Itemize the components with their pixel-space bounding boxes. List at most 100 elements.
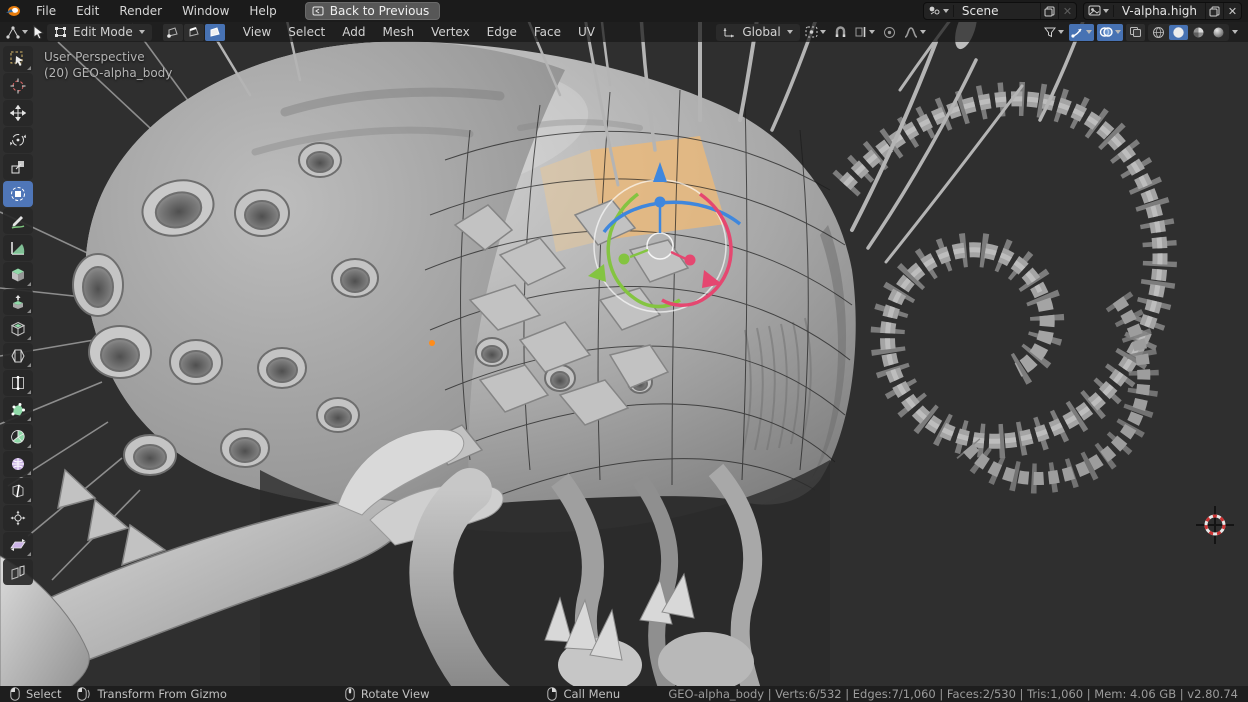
tool-annotate[interactable]	[3, 208, 33, 234]
hint-rotate-view-label: Rotate View	[361, 687, 430, 701]
tool-loop-cut[interactable]	[3, 370, 33, 396]
view-layer-name: V-alpha.high	[1114, 4, 1205, 18]
scene-new-copy-icon[interactable]	[1040, 3, 1058, 19]
pivot-point-icon	[805, 26, 818, 38]
tool-spin[interactable]	[3, 424, 33, 450]
shading-material-button[interactable]	[1189, 25, 1208, 40]
tool-move[interactable]	[3, 100, 33, 126]
active-object-label: (20) GEO-alpha_body	[44, 66, 172, 80]
transform-orientation-dropdown[interactable]: Global	[716, 24, 799, 41]
left-mouse-drag-icon	[77, 687, 91, 701]
show-gizmos-toggle[interactable]	[1069, 24, 1094, 41]
viewport-menu-vertex[interactable]: Vertex	[424, 22, 477, 42]
viewport-menu-edge[interactable]: Edge	[480, 22, 524, 42]
shading-options-chevron[interactable]	[1232, 30, 1238, 34]
hint-select: Select	[10, 687, 61, 701]
view-layer-selector[interactable]: V-alpha.high ✕	[1083, 2, 1242, 20]
gizmo-y-handle[interactable]	[619, 254, 630, 265]
scene-statistics: GEO-alpha_body | Verts:6/532 | Edges:7/1…	[668, 687, 1238, 701]
tool-shelf	[3, 46, 33, 585]
back-to-previous-button[interactable]: Back to Previous	[305, 2, 441, 20]
mode-label: Edit Mode	[73, 25, 133, 39]
tool-measure[interactable]	[3, 235, 33, 261]
viewport-menu-mesh[interactable]: Mesh	[376, 22, 422, 42]
gizmo-z-handle[interactable]	[655, 197, 666, 208]
viewport-menu-face[interactable]: Face	[527, 22, 568, 42]
viewport-header: Edit Mode View Select Add Mesh Vertex Ed…	[0, 22, 1248, 42]
tool-rotate[interactable]	[3, 127, 33, 153]
scene-icon	[928, 5, 941, 17]
tool-rip-region[interactable]	[3, 559, 33, 585]
xray-toggle[interactable]	[1126, 24, 1145, 41]
tool-scale[interactable]	[3, 154, 33, 180]
tool-shrink-fatten[interactable]	[3, 505, 33, 531]
viewport-menu-add[interactable]: Add	[335, 22, 372, 42]
shading-rendered-button[interactable]	[1209, 25, 1228, 40]
viewport-menu-select[interactable]: Select	[281, 22, 332, 42]
view-layer-new-icon[interactable]	[1205, 3, 1223, 19]
menu-help[interactable]: Help	[239, 0, 286, 22]
mode-dropdown[interactable]: Edit Mode	[47, 24, 152, 41]
menu-edit[interactable]: Edit	[66, 0, 109, 22]
edge-select-button[interactable]	[184, 24, 204, 41]
tool-bevel[interactable]	[3, 343, 33, 369]
tool-inset-faces[interactable]	[3, 316, 33, 342]
scene-unlink-icon[interactable]: ✕	[1058, 3, 1076, 19]
blender-window: File Edit Render Window Help Back to Pre…	[0, 0, 1248, 702]
scene-selector[interactable]: Scene ✕	[923, 2, 1077, 20]
falloff-curve-icon	[904, 26, 918, 38]
show-overlays-toggle[interactable]	[1097, 24, 1123, 41]
edit-mode-icon	[54, 26, 67, 38]
hint-transform-gizmo-label: Transform From Gizmo	[97, 687, 226, 701]
left-mouse-icon	[10, 687, 20, 701]
tool-poly-build[interactable]	[3, 397, 33, 423]
tool-cursor[interactable]	[3, 73, 33, 99]
hint-call-menu-label: Call Menu	[563, 687, 620, 701]
tool-add-cube[interactable]	[3, 262, 33, 288]
shading-solid-button[interactable]	[1169, 25, 1188, 40]
shading-wireframe-button[interactable]	[1149, 25, 1168, 40]
scene-name: Scene	[954, 4, 1040, 18]
viewport-3d-scene[interactable]	[0, 0, 1248, 702]
menu-file[interactable]: File	[26, 0, 66, 22]
top-menu-bar: File Edit Render Window Help Back to Pre…	[0, 0, 1248, 22]
hint-transform-gizmo: Transform From Gizmo	[77, 687, 226, 701]
orientation-axes-icon	[723, 26, 736, 38]
object-visibility-dropdown[interactable]	[1042, 24, 1066, 41]
tool-shear[interactable]	[3, 532, 33, 558]
menu-window[interactable]: Window	[172, 0, 239, 22]
face-select-button[interactable]	[205, 24, 225, 41]
back-button-label: Back to Previous	[330, 4, 430, 18]
selected-vertex	[429, 340, 435, 346]
magnet-icon	[834, 26, 847, 39]
hint-call-menu: Call Menu	[547, 687, 620, 701]
mouse-pointer	[33, 25, 44, 39]
view-layer-icon	[1088, 5, 1101, 17]
tool-select-box[interactable]	[3, 46, 33, 72]
vertex-select-button[interactable]	[163, 24, 183, 41]
snap-target-dropdown[interactable]	[853, 24, 877, 41]
tool-smooth[interactable]	[3, 451, 33, 477]
editor-type-button[interactable]	[4, 24, 30, 41]
viewport-menu-uv[interactable]: UV	[571, 22, 602, 42]
pivot-point-dropdown[interactable]	[803, 24, 828, 41]
editor-3d-viewport-icon	[6, 26, 20, 39]
filter-funnel-icon	[1044, 26, 1056, 38]
gizmos-icon	[1071, 26, 1084, 38]
middle-mouse-icon	[345, 687, 355, 701]
back-arrow-icon	[312, 6, 324, 16]
view-layer-remove-icon[interactable]: ✕	[1223, 3, 1241, 19]
gizmo-x-handle[interactable]	[685, 255, 696, 266]
tool-edge-slide[interactable]	[3, 478, 33, 504]
tool-extrude-region[interactable]	[3, 289, 33, 315]
viewport-menu-view[interactable]: View	[236, 22, 278, 42]
tool-transform[interactable]	[3, 181, 33, 207]
proportional-editing-button[interactable]	[880, 24, 899, 41]
overlays-icon	[1099, 26, 1113, 38]
proportional-falloff-dropdown[interactable]	[902, 24, 928, 41]
snap-toggle-button[interactable]	[831, 24, 850, 41]
menu-render[interactable]: Render	[109, 0, 172, 22]
blender-logo-icon[interactable]	[0, 4, 26, 18]
orientation-label: Global	[742, 25, 780, 39]
xray-icon	[1129, 26, 1142, 38]
